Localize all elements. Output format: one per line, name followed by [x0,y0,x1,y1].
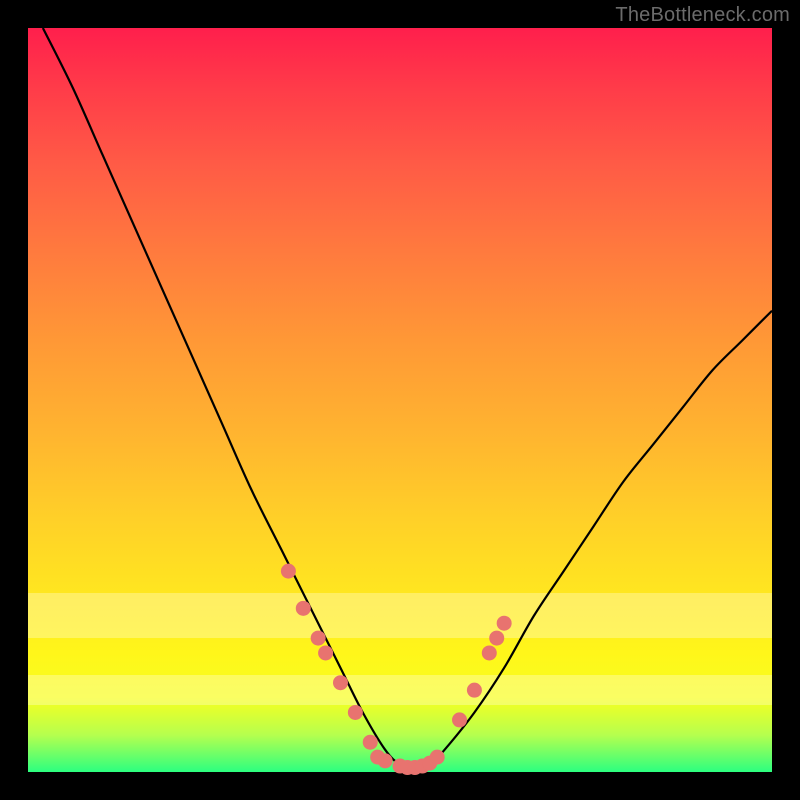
highlight-dot [467,683,482,698]
highlight-dot [333,675,348,690]
bottleneck-curve [43,28,772,768]
highlight-dot [311,631,326,646]
highlight-dot [489,631,504,646]
highlight-dot [430,750,445,765]
highlighted-points-group [281,564,512,775]
highlight-dot [348,705,363,720]
highlight-dot [318,645,333,660]
highlight-dot [378,753,393,768]
highlight-dot [296,601,311,616]
highlight-dot [452,712,467,727]
highlight-dot [497,616,512,631]
highlight-dot [281,564,296,579]
chart-outer-frame: TheBottleneck.com [0,0,800,800]
highlight-dot [482,645,497,660]
watermark-text: TheBottleneck.com [615,4,790,27]
highlight-dot [363,735,378,750]
chart-svg-layer [28,28,772,772]
